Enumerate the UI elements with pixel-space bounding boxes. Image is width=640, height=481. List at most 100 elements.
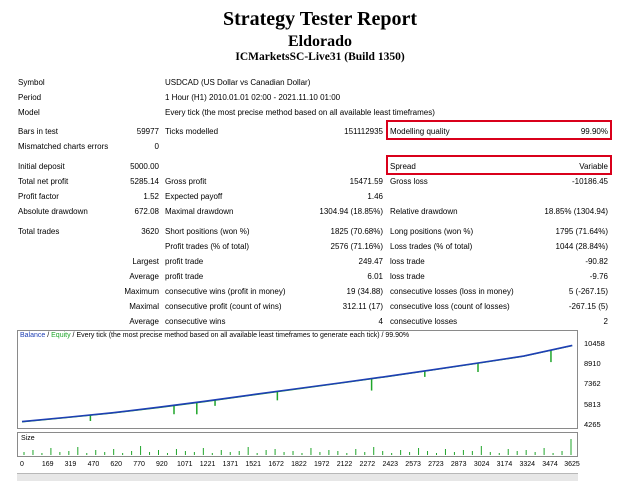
x-tick-label: 3174 (496, 461, 513, 468)
server-build: ICMarketsSC-Live31 (Build 1350) (235, 51, 405, 63)
x-tick-label: 770 (133, 461, 145, 468)
spread-label: Spread (390, 162, 416, 171)
mismatch-label: Mismatched charts errors (18, 142, 109, 151)
x-tick-label: 3324 (519, 461, 536, 468)
gross-profit-label: Gross profit (165, 177, 207, 186)
net-profit-value: 5285.14 (130, 177, 159, 186)
period-label: Period (18, 93, 42, 102)
largest-label: Largest (132, 257, 159, 266)
largest-profit-value: 249.47 (358, 257, 383, 266)
max-consecutive-losses-label: consecutive losses (loss in money) (390, 287, 514, 296)
total-trades-value: 3620 (141, 227, 159, 236)
x-tick-label: 1071 (176, 461, 193, 468)
x-tick-label: 1371 (222, 461, 239, 468)
size-chart (17, 432, 578, 457)
maximal-label: Maximal (129, 302, 159, 311)
initial-deposit-value: 5000.00 (130, 162, 159, 171)
maximal-consecutive-profit-label: consecutive profit (count of wins) (165, 302, 282, 311)
largest-profit-label: profit trade (165, 257, 204, 266)
largest-loss-label: loss trade (390, 257, 425, 266)
relative-drawdown-label: Relative drawdown (390, 207, 458, 216)
expected-payoff-label: Expected payoff (165, 192, 223, 201)
spread-value: Variable (579, 162, 608, 171)
report-title: Strategy Tester Report (222, 8, 418, 30)
maximal-consecutive-loss-value: -267.15 (5) (568, 302, 608, 311)
modelling-quality-label: Modelling quality (390, 127, 450, 136)
x-tick-label: 3024 (473, 461, 490, 468)
x-tick-label: 319 (64, 461, 77, 468)
average-profit-value: 6.01 (367, 272, 383, 281)
y-tick-label: 8910 (584, 359, 601, 369)
profit-trades-label: Profit trades (% of total) (165, 242, 250, 251)
equity-line (21, 345, 573, 423)
max-consecutive-wins-label: consecutive wins (profit in money) (165, 287, 286, 296)
x-tick-label: 920 (155, 461, 168, 468)
short-positions-label: Short positions (won %) (165, 227, 250, 236)
absolute-drawdown-value: 672.08 (134, 207, 159, 216)
balance-line (21, 344, 573, 423)
bars-value: 59977 (136, 127, 159, 136)
x-tick-label: 2122 (336, 461, 353, 468)
average-consecutive-wins-label: consecutive wins (165, 317, 226, 326)
x-tick-label: 0 (20, 461, 24, 468)
gross-profit-value: 15471.59 (349, 177, 383, 186)
maximal-consecutive-loss-label: consecutive loss (count of losses) (390, 302, 510, 311)
chart-legend: Balance / Equity / Every tick (the most … (20, 331, 409, 341)
x-tick-label: 1521 (245, 461, 261, 468)
x-tick-label: 2272 (359, 461, 376, 468)
model-label: Model (18, 108, 40, 117)
maximum-label: Maximum (124, 287, 159, 296)
profit-trades-value: 2576 (71.16%) (330, 242, 383, 251)
maximal-drawdown-label: Maximal drawdown (165, 207, 234, 216)
maximal-consecutive-profit-value: 312.11 (17) (342, 302, 383, 311)
x-tick-label: 2423 (382, 461, 399, 468)
y-tick-label: 7362 (584, 379, 601, 389)
mismatch-value: 0 (154, 142, 159, 151)
y-tick-label: 4265 (584, 420, 601, 429)
x-tick-label: 2873 (450, 461, 467, 468)
profit-factor-value: 1.52 (143, 192, 159, 201)
x-tick-label: 2723 (428, 461, 444, 468)
symbol-label: Symbol (18, 78, 45, 87)
x-tick-label: 2573 (405, 461, 421, 468)
ticks-label: Ticks modelled (165, 127, 219, 136)
short-positions-value: 1825 (70.68%) (330, 227, 383, 236)
symbol-value: USDCAD (US Dollar vs Canadian Dollar) (165, 78, 311, 87)
long-positions-value: 1795 (71.64%) (555, 227, 608, 236)
net-profit-label: Total net profit (18, 177, 69, 186)
model-value: Every tick (the most precise method base… (165, 108, 435, 117)
long-positions-label: Long positions (won %) (390, 227, 474, 236)
ea-name: Eldorado (287, 33, 352, 50)
relative-drawdown-value: 18.85% (1304.94) (544, 207, 608, 216)
x-tick-label: 620 (110, 461, 123, 468)
legend-rest: / Every tick (the most precise method ba… (70, 332, 410, 339)
average2-label: Average (129, 317, 159, 326)
largest-loss-value: -90.82 (585, 257, 608, 266)
average-loss-label: loss trade (390, 272, 425, 281)
expected-payoff-value: 1.46 (367, 192, 383, 201)
x-tick-label: 3625 (564, 461, 580, 468)
loss-trades-value: 1044 (28.84%) (555, 242, 608, 251)
profit-factor-label: Profit factor (18, 192, 59, 201)
average-label: Average (129, 272, 159, 281)
max-consecutive-wins-value: 19 (34.88) (346, 287, 383, 296)
average-consecutive-losses-value: 2 (603, 317, 608, 326)
average-consecutive-wins-value: 4 (378, 317, 383, 326)
legend-balance: Balance (20, 332, 46, 339)
period-value: 1 Hour (H1) 2010.01.01 02:00 - 2021.11.1… (165, 93, 341, 102)
maximal-drawdown-value: 1304.94 (18.85%) (319, 207, 383, 216)
gross-loss-label: Gross loss (390, 177, 428, 186)
gross-loss-value: -10186.45 (571, 177, 608, 186)
average-profit-label: profit trade (165, 272, 204, 281)
size-label: Size (21, 435, 35, 442)
x-tick-label: 169 (41, 461, 54, 468)
total-trades-label: Total trades (18, 227, 60, 236)
average-consecutive-losses-label: consecutive losses (390, 317, 458, 326)
y-tick-label: 5813 (584, 399, 601, 409)
x-tick-label: 1672 (268, 461, 284, 468)
x-tick-label: 1221 (199, 461, 216, 468)
balance-chart-plot (21, 344, 573, 423)
loss-trades-label: Loss trades (% of total) (390, 242, 473, 251)
average-loss-value: -9.76 (589, 272, 608, 281)
size-chart-plot (23, 439, 572, 455)
